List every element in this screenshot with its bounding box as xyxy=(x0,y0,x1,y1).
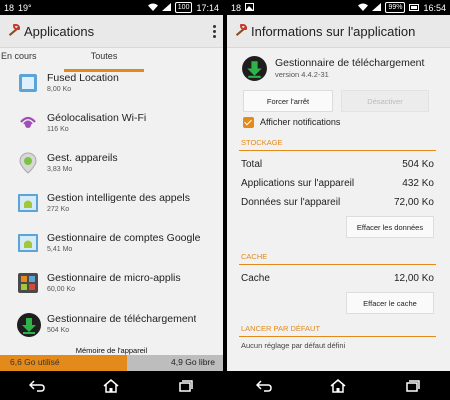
download-icon xyxy=(241,55,268,82)
app-size: 3,83 Mo xyxy=(47,165,73,173)
status-bar: 18 99% 16:54 xyxy=(227,0,450,15)
tab-en-cours[interactable]: En cours xyxy=(0,48,64,72)
page-title: Informations sur l'application xyxy=(251,23,416,39)
status-item: 19° xyxy=(18,2,32,13)
disable-button[interactable]: Désactiver xyxy=(341,90,429,112)
app-version: version 4.4.2-31 xyxy=(275,69,329,79)
wifi-icon xyxy=(147,3,158,13)
app-name: Gestionnaire de micro-applis xyxy=(47,271,181,284)
app-info-screen: 18 99% 16:54 Informations sur l'applicat… xyxy=(227,0,450,400)
list-item[interactable]: Gestionnaire de micro-applis 60,00 Ko xyxy=(0,263,223,303)
storage-row: Total 504 Ko xyxy=(227,155,450,174)
storage-value: 504 Ko xyxy=(402,159,434,170)
image-notification-icon xyxy=(245,2,255,13)
back-icon[interactable] xyxy=(244,376,284,396)
recent-apps-icon[interactable] xyxy=(393,376,433,396)
wifi-location-icon xyxy=(16,111,40,135)
default-launch-text: Aucun réglage par défaut défini xyxy=(241,341,346,350)
battery-level: 100 xyxy=(174,2,193,13)
memory-bar: 6,6 Go utilisé 4,9 Go libre xyxy=(0,355,223,371)
wifi-icon xyxy=(358,3,369,13)
android-app-icon xyxy=(16,191,40,215)
list-item[interactable]: Fused Location 8,00 Ko xyxy=(0,72,223,103)
navigation-bar xyxy=(0,371,223,400)
download-icon xyxy=(16,312,41,337)
app-name: Gestion intelligente des appels xyxy=(47,191,191,204)
cache-value: 12,00 Ko xyxy=(393,273,434,284)
app-tabs: En cours Toutes xyxy=(0,48,223,72)
app-size: 272 Ko xyxy=(47,205,70,213)
storage-value: 432 Ko xyxy=(402,178,434,189)
notifications-toggle[interactable]: Afficher notifications xyxy=(227,112,450,132)
status-item: 18 xyxy=(4,2,15,13)
app-size: 116 Ko xyxy=(47,125,69,133)
fused-location-icon xyxy=(16,72,40,95)
app-name: Gestionnaire de comptes Google xyxy=(47,231,201,244)
recent-apps-icon[interactable] xyxy=(166,376,206,396)
memory-usage: Mémoire de l'appareil 6,6 Go utilisé 4,9… xyxy=(0,346,223,371)
app-size: 60,00 Ko xyxy=(47,285,76,293)
app-action-buttons: Forcer l'arrêt Désactiver xyxy=(227,84,450,112)
list-item[interactable]: Gest. appareils 3,83 Mo xyxy=(0,143,223,183)
app-size: 504 Ko xyxy=(47,326,70,334)
applications-screen: 18 19° 100 17:14 Applications En cours T… xyxy=(0,0,223,400)
storage-row: Données sur l'appareil 72,00 Ko xyxy=(227,193,450,212)
micro-apps-icon xyxy=(16,271,40,295)
memory-label: Mémoire de l'appareil xyxy=(75,346,148,355)
default-launch-header: LANCER PAR DÉFAUT xyxy=(239,324,436,337)
app-details: Gestionnaire de téléchargement version 4… xyxy=(227,48,450,354)
tab-toutes[interactable]: Toutes xyxy=(64,48,144,72)
list-item[interactable]: Gestionnaire de téléchargement 504 Ko xyxy=(0,303,223,345)
storage-label: Total xyxy=(241,159,263,170)
app-size: 5,41 Mo xyxy=(47,245,73,253)
overflow-menu-icon[interactable] xyxy=(213,24,217,38)
storage-header: STOCKAGE xyxy=(239,138,436,151)
storage-row: Applications sur l'appareil 432 Ko xyxy=(227,174,450,193)
clear-data-button[interactable]: Effacer les données xyxy=(346,216,434,238)
back-icon[interactable] xyxy=(17,376,57,396)
navigation-bar xyxy=(227,371,450,400)
storage-label: Applications sur l'appareil xyxy=(241,178,355,189)
cache-row: Cache 12,00 Ko xyxy=(227,269,450,288)
tab-spacer xyxy=(144,48,223,72)
clear-cache-button[interactable]: Effacer le cache xyxy=(346,292,434,314)
device-manager-icon xyxy=(16,151,40,175)
app-name: Fused Location xyxy=(47,72,119,84)
status-time: 16:54 xyxy=(423,2,446,13)
status-time: 17:14 xyxy=(196,2,219,13)
memory-free: 4,9 Go libre xyxy=(171,357,215,367)
memory-used: 6,6 Go utilisé xyxy=(10,357,60,367)
page-title: Applications xyxy=(24,23,95,39)
list-item[interactable]: Gestionnaire de comptes Google 5,41 Mo xyxy=(0,223,223,263)
force-stop-button[interactable]: Forcer l'arrêt xyxy=(243,90,333,112)
notifications-label: Afficher notifications xyxy=(260,117,341,127)
battery-icon xyxy=(409,4,420,11)
cache-label: Cache xyxy=(241,273,270,284)
signal-icon xyxy=(372,2,382,13)
status-item: 18 xyxy=(231,2,242,13)
app-name: Géolocalisation Wi-Fi xyxy=(47,111,147,124)
checkbox-checked-icon[interactable] xyxy=(243,116,254,128)
storage-label: Données sur l'appareil xyxy=(241,197,341,208)
home-icon[interactable] xyxy=(318,376,358,396)
app-list[interactable]: Fused Location 8,00 Ko Géolocalisation W… xyxy=(0,72,223,347)
settings-app-icon[interactable] xyxy=(233,24,248,38)
app-name: Gestionnaire de téléchargement xyxy=(275,56,425,69)
battery-level: 99% xyxy=(385,2,406,13)
app-name: Gestionnaire de téléchargement xyxy=(47,312,197,325)
signal-icon xyxy=(161,2,171,13)
settings-app-icon[interactable] xyxy=(6,24,21,38)
android-app-icon xyxy=(16,231,40,255)
list-item[interactable]: Gestion intelligente des appels 272 Ko xyxy=(0,183,223,223)
action-bar: Applications xyxy=(0,15,223,48)
action-bar: Informations sur l'application xyxy=(227,15,450,48)
cache-header: CACHE xyxy=(239,252,436,265)
list-item[interactable]: Géolocalisation Wi-Fi 116 Ko xyxy=(0,103,223,143)
home-icon[interactable] xyxy=(91,376,131,396)
app-size: 8,00 Ko xyxy=(47,85,72,93)
status-bar: 18 19° 100 17:14 xyxy=(0,0,223,15)
app-name: Gest. appareils xyxy=(47,151,118,164)
app-header: Gestionnaire de téléchargement version 4… xyxy=(227,48,450,84)
storage-value: 72,00 Ko xyxy=(393,197,434,208)
